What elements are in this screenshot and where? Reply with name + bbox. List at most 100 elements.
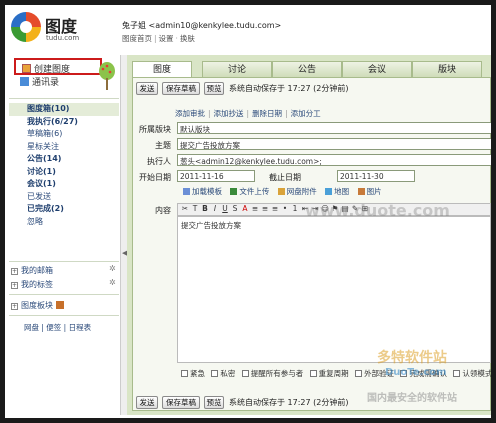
send-button[interactable]: 发送: [136, 82, 158, 95]
assignee-label: 执行人: [147, 157, 171, 166]
skin-link[interactable]: 换肤: [180, 34, 195, 43]
folder-drafts[interactable]: 草稿箱(6): [9, 128, 119, 141]
tab-meeting[interactable]: 会议: [342, 61, 412, 77]
app-window: 图度 tudu.com 兔子姐 <admin10@kenkylee.tudu.c…: [5, 5, 491, 418]
content-editor[interactable]: 提交广告投放方案: [177, 216, 491, 363]
end-date-label: 截止日期: [269, 173, 301, 182]
header: 图度 tudu.com 兔子姐 <admin10@kenkylee.tudu.c…: [5, 5, 491, 57]
app-domain: tudu.com: [46, 34, 80, 42]
sidebar-splitter[interactable]: ◀: [120, 55, 127, 415]
external-verify-checkbox[interactable]: [355, 370, 363, 377]
save-draft-button-bottom[interactable]: 保存草稿: [162, 396, 200, 409]
add-division-link[interactable]: 添加分工: [291, 109, 321, 118]
group-boards[interactable]: + 图度板块: [11, 300, 64, 311]
netdisk-link[interactable]: 网盘: [24, 323, 39, 332]
contacts-icon: [20, 77, 29, 86]
folder-sent[interactable]: 已发送: [9, 191, 119, 204]
tudu-logo[interactable]: [11, 12, 41, 42]
start-date-label: 开始日期: [139, 173, 171, 182]
home-link[interactable]: 图度首页: [122, 34, 152, 43]
load-template-link[interactable]: 加载模板: [192, 187, 222, 196]
number-list-icon[interactable]: 1: [290, 204, 300, 213]
expand-icon: +: [11, 303, 18, 310]
save-draft-button[interactable]: 保存草稿: [162, 82, 200, 95]
folder-done[interactable]: 已完成(2): [9, 203, 119, 216]
underline-icon[interactable]: U: [220, 204, 230, 213]
file-upload-link[interactable]: 文件上传: [239, 187, 269, 196]
tab-tudu[interactable]: 图度: [132, 61, 192, 77]
autosave-status: 系统自动保存于 17:27 (2分钟前): [229, 84, 349, 93]
gear-icon[interactable]: ✲: [109, 278, 116, 287]
watermark-site: DuoTe.com: [385, 367, 447, 378]
footer-links: 网盘 | 便签 | 日程表: [24, 323, 92, 332]
group-mailbox[interactable]: + 我的邮箱: [11, 265, 53, 276]
content-label: 内容: [155, 206, 171, 215]
urgent-checkbox[interactable]: [181, 370, 188, 377]
board-icon: [55, 301, 64, 309]
assignee-input[interactable]: 葱头<admin12@kenkylee.tudu.com>;: [177, 154, 491, 166]
remind-all-checkbox[interactable]: [241, 370, 249, 377]
folder-notices[interactable]: 公告(14): [9, 153, 119, 166]
new-task-icon: [22, 64, 31, 73]
notes-link[interactable]: 便签: [46, 323, 61, 332]
folder-list: 图度箱(10) 我执行(6/27) 草稿箱(6) 星标关注 公告(14) 讨论(…: [9, 98, 119, 228]
netdisk-attach-link[interactable]: 网盘附件: [287, 187, 317, 196]
image-link[interactable]: 图片: [367, 187, 382, 196]
tab-board[interactable]: 版块: [412, 61, 482, 77]
delete-date-link[interactable]: 删除日期: [252, 109, 282, 118]
action-links: 添加审批 | 添加抄送 | 删除日期 | 添加分工: [175, 109, 321, 118]
attachment-bar: 加载模板 文件上传 网盘附件 地图 图片: [177, 186, 382, 197]
strike-icon[interactable]: S: [230, 204, 240, 213]
folder-starred[interactable]: 星标关注: [9, 141, 119, 154]
map-link[interactable]: 地图: [334, 187, 349, 196]
header-links: 图度首页 | 设置 · 换肤: [122, 34, 195, 43]
image-icon: [357, 188, 365, 195]
cut-icon[interactable]: ✂: [180, 204, 190, 213]
create-tudu-button[interactable]: 创建图度: [14, 58, 102, 75]
board-label: 所属版块: [139, 125, 171, 134]
template-icon: [183, 188, 190, 195]
folder-ignored[interactable]: 忽略: [9, 216, 119, 229]
italic-icon[interactable]: I: [210, 204, 220, 213]
watermark-site2: www.duote.com: [305, 201, 450, 220]
contacts-link[interactable]: 通讯录: [20, 75, 59, 88]
netdisk-icon: [277, 188, 285, 195]
board-select[interactable]: 默认版块: [177, 122, 491, 134]
group-tags[interactable]: + 我的标签: [11, 279, 53, 290]
font-color-icon[interactable]: A: [240, 204, 250, 213]
preview-button-bottom[interactable]: 预览: [204, 396, 224, 409]
tab-discussion[interactable]: 讨论: [202, 61, 272, 77]
folder-discussions[interactable]: 讨论(1): [9, 166, 119, 179]
gear-icon[interactable]: ✲: [109, 264, 116, 273]
bold-icon[interactable]: B: [200, 204, 210, 213]
folder-meetings[interactable]: 会议(1): [9, 178, 119, 191]
folder-inbox[interactable]: 图度箱(10): [9, 103, 119, 116]
add-approval-link[interactable]: 添加审批: [175, 109, 205, 118]
preview-button[interactable]: 预览: [204, 82, 224, 95]
user-info: 兔子姐 <admin10@kenkylee.tudu.com>: [122, 21, 282, 30]
expand-icon: +: [11, 282, 18, 289]
autosave-status-bottom: 系统自动保存于 17:27 (2分钟前): [229, 398, 349, 407]
send-button-bottom[interactable]: 发送: [136, 396, 158, 409]
tree-illustration-icon: [99, 62, 115, 90]
tab-notice[interactable]: 公告: [272, 61, 342, 77]
settings-link[interactable]: 设置: [159, 34, 174, 43]
sidebar: 创建图度 通讯录 图度箱(10) 我执行(6/27) 草稿箱(6) 星标关注 公…: [9, 55, 119, 415]
repeat-checkbox[interactable]: [309, 370, 317, 377]
upload-icon: [230, 188, 238, 195]
private-checkbox[interactable]: [211, 370, 219, 377]
align-left-icon[interactable]: ≡: [250, 204, 260, 213]
font-icon[interactable]: T: [190, 204, 200, 213]
add-cc-link[interactable]: 添加抄送: [214, 109, 244, 118]
subject-input[interactable]: 提交广告投放方案: [177, 138, 491, 150]
align-center-icon[interactable]: ≡: [260, 204, 270, 213]
start-date-input[interactable]: 2011-11-16: [177, 170, 255, 182]
watermark-slogan: 国内最安全的软件站: [367, 393, 457, 404]
folder-my-tasks[interactable]: 我执行(6/27): [9, 116, 119, 129]
calendar-link[interactable]: 日程表: [69, 323, 92, 332]
bullet-list-icon[interactable]: •: [280, 204, 290, 213]
end-date-input[interactable]: 2011-11-30: [337, 170, 415, 182]
subject-label: 主题: [155, 141, 171, 150]
claim-checkbox[interactable]: [453, 370, 461, 377]
align-right-icon[interactable]: ≡: [270, 204, 280, 213]
